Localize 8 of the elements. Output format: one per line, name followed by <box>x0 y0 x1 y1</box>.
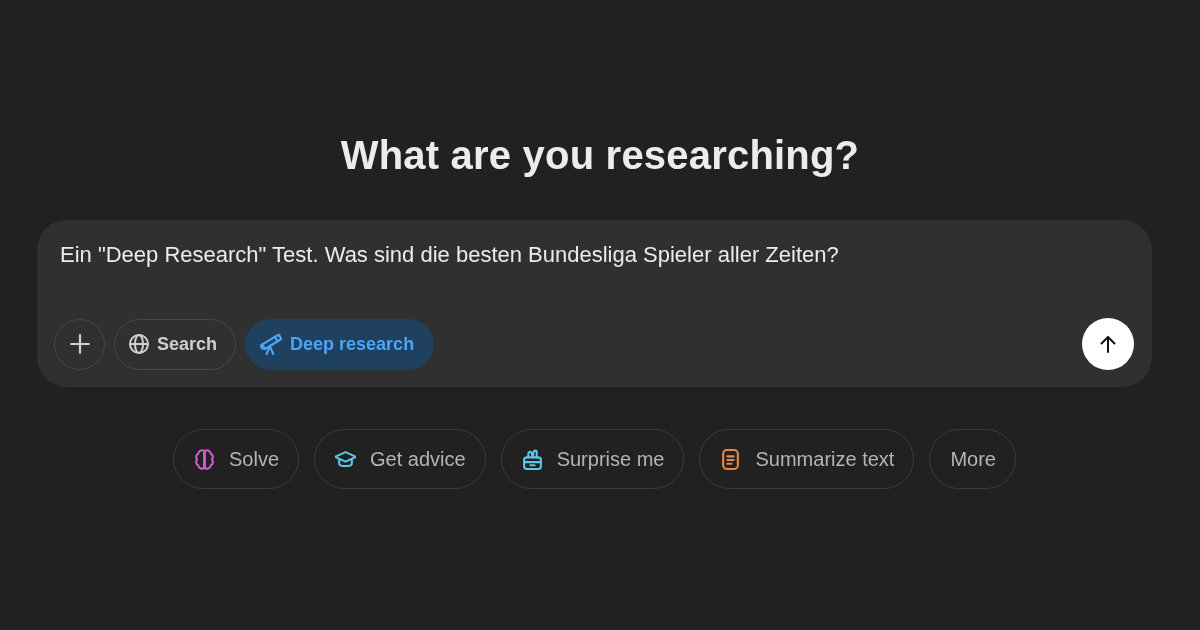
plus-icon <box>68 333 91 355</box>
send-button[interactable] <box>1082 318 1134 370</box>
page-heading: What are you researching? <box>340 132 860 179</box>
globe-icon <box>129 334 149 354</box>
telescope-icon <box>260 333 283 355</box>
arrow-up-icon <box>1098 334 1118 354</box>
tool-toggle[interactable]: Deep research <box>245 318 435 370</box>
prompt-input[interactable]: Ein "Deep Research" Test. Was sind die besten Bundesliga Spieler aller Zeiten? <box>54 241 1135 269</box>
